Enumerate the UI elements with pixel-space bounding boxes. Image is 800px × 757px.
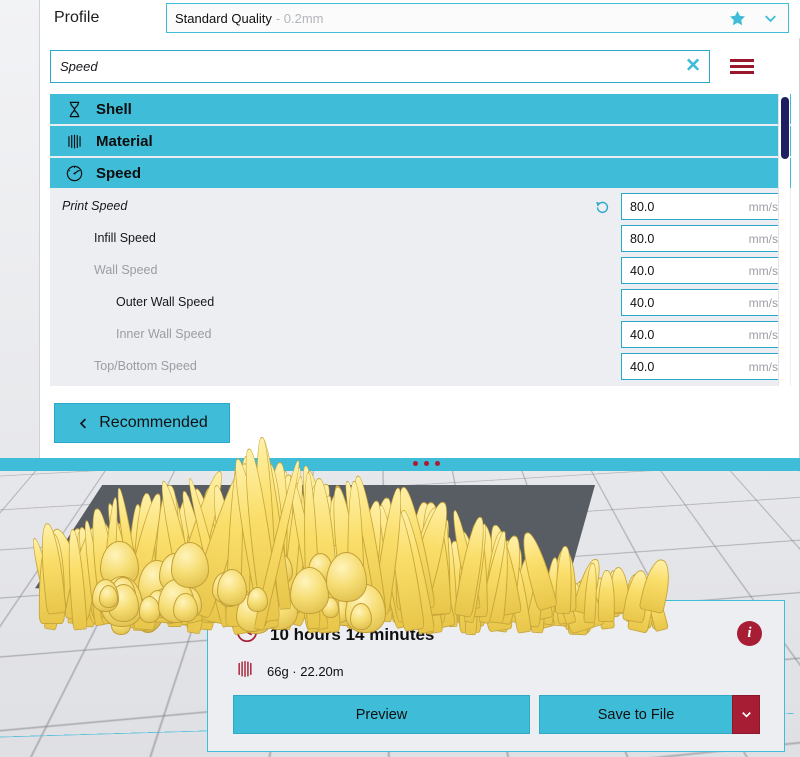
- model-detail: [138, 596, 161, 623]
- search-input[interactable]: [51, 58, 651, 74]
- settings-category-speed[interactable]: Speed: [50, 158, 791, 188]
- setting-value: 40.0: [630, 327, 655, 342]
- save-options-chevron-down-icon[interactable]: [732, 695, 760, 734]
- hamburger-line: [730, 70, 754, 74]
- setting-value: 40.0: [630, 359, 655, 374]
- setting-label: Top/Bottom Speed: [94, 359, 197, 373]
- setting-label: Wall Speed: [94, 263, 158, 277]
- revert-to-default-icon[interactable]: [594, 198, 611, 215]
- setting-row[interactable]: Outer Wall Speed 40.0 mm/s: [50, 286, 791, 318]
- setting-row[interactable]: Infill Speed 80.0 mm/s: [50, 222, 791, 254]
- panel-resize-handle[interactable]: [0, 458, 800, 471]
- filament-spool-icon: [235, 659, 255, 684]
- setting-value: 80.0: [630, 231, 655, 246]
- hamburger-menu-icon[interactable]: [730, 56, 754, 77]
- setting-row[interactable]: Top/Bottom Speed 40.0 mm/s: [50, 350, 791, 382]
- setting-label: Infill Speed: [94, 231, 156, 245]
- settings-category-shell[interactable]: Shell: [50, 94, 791, 124]
- setting-value: 40.0: [630, 295, 655, 310]
- save-button-group: Save to File: [539, 695, 760, 734]
- setting-value-field[interactable]: 40.0 mm/s: [621, 321, 787, 348]
- recommended-button-label: Recommended: [99, 414, 208, 431]
- model-detail: [173, 592, 198, 623]
- setting-value: 40.0: [630, 263, 655, 278]
- handle-dot: [435, 461, 440, 466]
- profile-dropdown[interactable]: Standard Quality - 0.2mm: [166, 3, 789, 33]
- search-box[interactable]: ✕: [50, 49, 710, 83]
- settings-category-label: Material: [96, 132, 153, 150]
- speedometer-icon: [60, 164, 88, 183]
- hamburger-line: [730, 58, 754, 62]
- settings-scrollbar[interactable]: [778, 94, 790, 386]
- settings-category-material[interactable]: Material: [50, 126, 791, 156]
- setting-unit: mm/s: [748, 199, 778, 214]
- setting-value: 80.0: [630, 199, 655, 214]
- setting-label: Print Speed: [62, 199, 128, 213]
- model-detail: [98, 584, 118, 608]
- clear-search-icon[interactable]: ✕: [685, 57, 701, 76]
- search-area: ✕: [50, 44, 791, 88]
- setting-row[interactable]: Print Speed 80.0 mm/s: [50, 190, 791, 222]
- setting-unit: mm/s: [748, 327, 778, 342]
- setting-value-field[interactable]: 80.0 mm/s: [621, 193, 787, 220]
- setting-unit: mm/s: [748, 359, 778, 374]
- custom-settings-panel: Profile Standard Quality - 0.2mm ✕: [39, 0, 800, 466]
- handle-dot: [413, 461, 418, 466]
- settings-category-label: Shell: [96, 100, 132, 118]
- setting-value-field[interactable]: 80.0 mm/s: [621, 225, 787, 252]
- setting-unit: mm/s: [748, 231, 778, 246]
- model-detail: [246, 586, 268, 612]
- setting-row[interactable]: Inner Wall Speed 40.0 mm/s: [50, 318, 791, 350]
- settings-scrollbar-thumb[interactable]: [781, 97, 789, 159]
- setting-unit: mm/s: [748, 263, 778, 278]
- profile-label: Profile: [54, 9, 100, 26]
- settings-category-label: Speed: [96, 164, 142, 182]
- profile-selected-sub: - 0.2mm: [275, 10, 324, 26]
- info-icon[interactable]: i: [737, 621, 762, 646]
- panel-handle-dots[interactable]: [413, 461, 440, 466]
- setting-label: Outer Wall Speed: [116, 295, 215, 309]
- save-to-file-button[interactable]: Save to File: [539, 695, 732, 734]
- profile-row: Profile Standard Quality - 0.2mm: [40, 0, 800, 38]
- model-detail: [170, 542, 210, 589]
- print-material-value: 66g · 22.20m: [267, 664, 344, 679]
- filament-spool-icon: [60, 132, 88, 151]
- setting-value-field[interactable]: 40.0 mm/s: [621, 257, 787, 284]
- setting-row[interactable]: Wall Speed 40.0 mm/s: [50, 254, 791, 286]
- setting-value-field[interactable]: 40.0 mm/s: [621, 289, 787, 316]
- setting-label: Inner Wall Speed: [116, 327, 212, 341]
- settings-list[interactable]: Shell Material Speed Print Speed 80.0 mm/s Inf…: [50, 94, 791, 386]
- setting-unit: mm/s: [748, 295, 778, 310]
- recommended-button[interactable]: Recommended: [54, 403, 230, 443]
- printed-model[interactable]: [28, 436, 675, 636]
- star-icon[interactable]: [728, 9, 747, 28]
- cura-application-window: Profile Standard Quality - 0.2mm ✕: [0, 0, 800, 757]
- settings-list-inner: Shell Material Speed Print Speed 80.0 mm/s Inf…: [50, 94, 791, 382]
- hourglass-icon: [60, 100, 88, 119]
- setting-value-field[interactable]: 40.0 mm/s: [621, 353, 787, 380]
- chevron-down-icon[interactable]: [761, 9, 780, 28]
- handle-dot: [424, 461, 429, 466]
- hamburger-line: [730, 64, 754, 68]
- profile-selected-name: Standard Quality: [175, 10, 272, 26]
- preview-button[interactable]: Preview: [233, 695, 530, 734]
- print-material-row: 66g · 22.20m: [235, 659, 344, 684]
- chevron-left-icon: [76, 416, 91, 431]
